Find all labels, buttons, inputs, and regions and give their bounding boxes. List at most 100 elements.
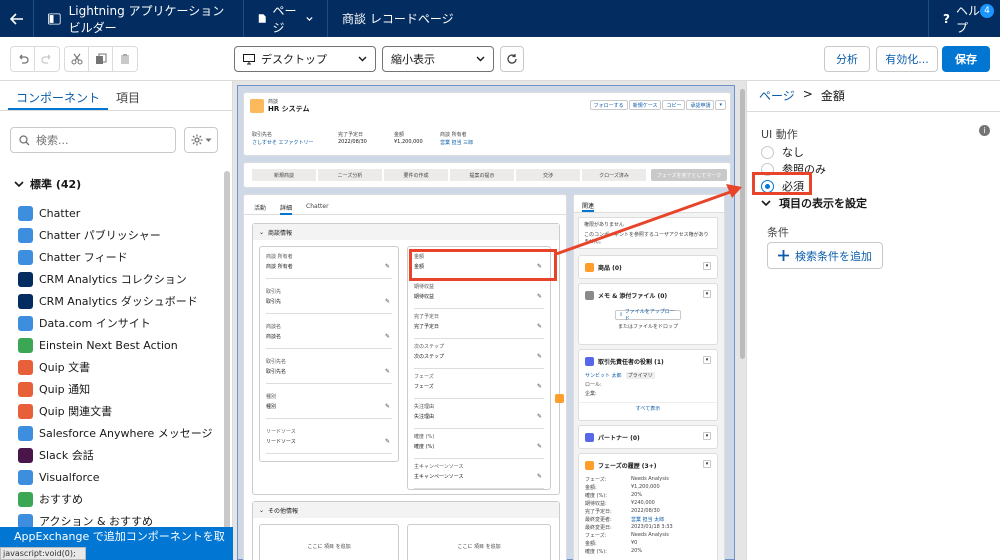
device-select[interactable]: デスクトップ bbox=[234, 46, 376, 72]
back-button[interactable] bbox=[0, 0, 34, 37]
sidebar-scrollbar[interactable] bbox=[224, 171, 230, 541]
component-item[interactable]: Data.com インサイト bbox=[18, 312, 228, 334]
edit-pencil-icon[interactable]: ✎ bbox=[537, 293, 542, 300]
detail-field[interactable]: 商談 所有者 商談 所有者 ✎ bbox=[266, 253, 392, 279]
history-value[interactable]: 営業 担当 太郎 bbox=[631, 516, 664, 524]
left-field-column[interactable]: 商談 所有者 商談 所有者 ✎ 取引先 取引先 ✎ 商談名 商談名 ✎ 取引先名 取引先名 ✎ 種別 種別… bbox=[259, 246, 399, 462]
tab-related[interactable]: 関連 bbox=[574, 195, 724, 213]
component-item[interactable]: Quip 文書 bbox=[18, 356, 228, 378]
settings-menu-button[interactable] bbox=[184, 127, 218, 153]
tab-activity[interactable]: 活動 bbox=[254, 203, 266, 214]
edit-pencil-icon[interactable]: ✎ bbox=[537, 443, 542, 450]
card-menu-icon[interactable]: ▾ bbox=[703, 356, 711, 364]
detail-field[interactable]: リードソース リードソース ✎ bbox=[266, 428, 392, 454]
card-menu-icon[interactable]: ▾ bbox=[703, 432, 711, 440]
component-item[interactable]: おすすめ bbox=[18, 488, 228, 510]
info-icon[interactable]: i bbox=[979, 125, 990, 136]
component-item[interactable]: Quip 通知 bbox=[18, 378, 228, 400]
card-menu-icon[interactable]: ▾ bbox=[703, 290, 711, 298]
highlight-field-value[interactable]: さしすせそ エファクトリー bbox=[252, 139, 314, 146]
highlight-field-value[interactable]: 営業 担当 三郎 bbox=[440, 139, 473, 146]
other-section-header[interactable]: ⌄ その他情報 bbox=[253, 502, 559, 518]
component-item[interactable]: Salesforce Anywhere メッセージ bbox=[18, 422, 228, 444]
component-item[interactable]: Einstein Next Best Action bbox=[18, 334, 228, 356]
component-item[interactable]: Chatter bbox=[18, 202, 228, 224]
path-component[interactable]: 新規商談 ニーズ分析 要件の作成 提案の提示 交渉 クローズ済み フェーズを完了としてマー… bbox=[243, 162, 731, 188]
redo-icon[interactable] bbox=[35, 47, 59, 71]
component-item[interactable]: CRM Analytics コレクション bbox=[18, 268, 228, 290]
canvas-scrollbar-thumb[interactable] bbox=[740, 89, 745, 359]
component-item[interactable]: Quip 関連文書 bbox=[18, 400, 228, 422]
detail-field[interactable]: 種別 種別 ✎ bbox=[266, 393, 392, 419]
edit-pencil-icon[interactable]: ✎ bbox=[385, 263, 390, 270]
record-highlights-panel[interactable]: 商談 HR システム フォローする 新規ケース コピー 承認申請 ▾ 取引先名さ… bbox=[243, 92, 731, 156]
detail-field[interactable]: 主キャンペーンソース 主キャンペーンソース ✎ bbox=[414, 463, 544, 489]
right-field-column[interactable]: 金額 金額 ✎ 期待収益 期待収益 ✎ 完了予定日 完了予定日 ✎ 次のステップ 次のステップ ✎ フェ… bbox=[407, 246, 551, 490]
refresh-button[interactable] bbox=[500, 46, 524, 72]
edit-pencil-icon[interactable]: ✎ bbox=[537, 323, 542, 330]
copy-icon[interactable] bbox=[89, 47, 113, 71]
products-card[interactable]: 商品 (0) ▾ bbox=[578, 255, 718, 279]
tab-components[interactable]: コンポーネント bbox=[8, 81, 109, 110]
mark-complete-button[interactable]: フェーズを完了としてマーク bbox=[651, 169, 727, 181]
edit-pencil-icon[interactable]: ✎ bbox=[385, 298, 390, 305]
path-step[interactable]: ニーズ分析 bbox=[318, 169, 382, 181]
detail-field[interactable]: 完了予定日 完了予定日 ✎ bbox=[414, 313, 544, 339]
cut-icon[interactable] bbox=[65, 47, 89, 71]
component-item[interactable]: Visualforce bbox=[18, 466, 228, 488]
detail-field[interactable]: 失注理由 失注理由 ✎ bbox=[414, 403, 544, 429]
tab-chatter[interactable]: Chatter bbox=[306, 203, 329, 214]
card-menu-icon[interactable]: ▾ bbox=[703, 262, 711, 270]
add-filter-button[interactable]: 検索条件を追加 bbox=[767, 242, 883, 269]
component-item[interactable]: CRM Analytics ダッシュボード bbox=[18, 290, 228, 312]
edit-pencil-icon[interactable]: ✎ bbox=[385, 403, 390, 410]
undo-icon[interactable] bbox=[11, 47, 35, 71]
section-header[interactable]: ⌄ 商談情報 bbox=[253, 224, 559, 240]
detail-field[interactable]: 次のステップ 次のステップ ✎ bbox=[414, 343, 544, 369]
path-step[interactable]: 要件の作成 bbox=[384, 169, 448, 181]
notes-attachments-card[interactable]: メモ & 添付ファイル (0) ▾ ⇧ ファイルをアップロード またはファイルを… bbox=[578, 283, 718, 345]
view-all-link[interactable]: すべて表示 bbox=[579, 402, 717, 412]
contact-name-link[interactable]: サンビット 太郎 bbox=[585, 372, 622, 379]
approval-button[interactable]: 承認申請 bbox=[686, 100, 715, 110]
detail-field[interactable]: 取引先名 取引先名 ✎ bbox=[266, 358, 392, 384]
paste-icon[interactable] bbox=[113, 47, 137, 71]
detail-field[interactable]: 確度 (%) 確度 (%) ✎ bbox=[414, 433, 544, 459]
component-item[interactable]: Slack 会話 bbox=[18, 444, 228, 466]
component-search-input[interactable]: 検索... bbox=[10, 127, 176, 153]
detail-field[interactable]: フェーズ フェーズ ✎ bbox=[414, 373, 544, 399]
detail-field[interactable]: 商談名 商談名 ✎ bbox=[266, 323, 392, 349]
edit-pencil-icon[interactable]: ✎ bbox=[537, 413, 542, 420]
visibility-section-header[interactable]: 項目の表示を設定 bbox=[761, 195, 867, 211]
follow-button[interactable]: フォローする bbox=[589, 100, 628, 110]
tab-details[interactable]: 詳細 bbox=[280, 203, 293, 215]
drag-handle-icon[interactable] bbox=[555, 394, 564, 403]
component-item[interactable]: Chatter フィード bbox=[18, 246, 228, 268]
edit-pencil-icon[interactable]: ✎ bbox=[385, 438, 390, 445]
zoom-select[interactable]: 縮小表示 bbox=[382, 46, 494, 72]
add-field-dropzone-right[interactable]: ここに 項目 を追加 bbox=[407, 524, 551, 560]
breadcrumb-page-link[interactable]: ページ bbox=[759, 87, 795, 104]
path-step[interactable]: 新規商談 bbox=[252, 169, 316, 181]
edit-pencil-icon[interactable]: ✎ bbox=[537, 473, 542, 480]
help-menu[interactable]: ? ヘルプ 4 bbox=[928, 0, 1000, 37]
new-case-button[interactable]: 新規ケース bbox=[628, 100, 662, 110]
contact-roles-card[interactable]: 取引先責任者の役割 (1) ▾ サンビット 太郎 プライマリ ロール: 企業: す… bbox=[578, 349, 718, 421]
add-field-dropzone-left[interactable]: ここに 項目 を追加 bbox=[259, 524, 399, 560]
edit-pencil-icon[interactable]: ✎ bbox=[385, 368, 390, 375]
edit-pencil-icon[interactable]: ✎ bbox=[537, 353, 542, 360]
page-menu[interactable]: ページ bbox=[244, 0, 328, 37]
edit-pencil-icon[interactable]: ✎ bbox=[385, 333, 390, 340]
path-step[interactable]: 交渉 bbox=[516, 169, 580, 181]
upload-files-button[interactable]: ⇧ ファイルをアップロード bbox=[615, 309, 681, 322]
activate-button[interactable]: 有効化... bbox=[876, 46, 938, 72]
analyze-button[interactable]: 分析 bbox=[824, 46, 870, 72]
detail-field[interactable]: 期待収益 期待収益 ✎ bbox=[414, 283, 544, 309]
path-step[interactable]: 提案の提示 bbox=[450, 169, 514, 181]
edit-pencil-icon[interactable]: ✎ bbox=[537, 383, 542, 390]
more-actions-button[interactable]: ▾ bbox=[715, 100, 726, 110]
copy-button[interactable]: コピー bbox=[662, 100, 686, 110]
save-button[interactable]: 保存 bbox=[942, 46, 990, 72]
other-info-section[interactable]: ⌄ その他情報 ここに 項目 を追加 ここに 項目 を追加 bbox=[252, 501, 560, 560]
detail-field[interactable]: 取引先 取引先 ✎ bbox=[266, 288, 392, 314]
